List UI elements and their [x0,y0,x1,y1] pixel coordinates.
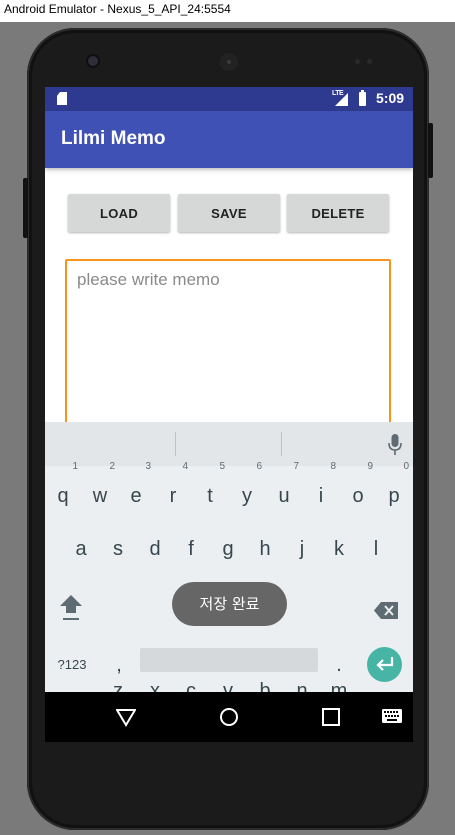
delete-button[interactable]: DELETE [287,194,389,232]
device-screen: LTE 5:09 Lilmi Memo LOAD SAVE DELETE ple… [45,87,413,742]
key-o[interactable]: o9 [340,462,376,518]
key-hint: 1 [72,461,78,472]
key-hint: 0 [403,461,409,472]
status-bar: LTE 5:09 [45,87,413,111]
key-label: a [75,538,87,560]
sd-card-icon [57,92,67,105]
back-icon[interactable] [116,707,136,727]
app-bar: Lilmi Memo [45,111,413,168]
key-s[interactable]: s [100,527,136,571]
suggestion-divider [281,432,282,456]
key-hint: 3 [145,461,151,472]
key-label: f [188,538,194,560]
key-t[interactable]: t5 [192,462,228,518]
key-j[interactable]: j [284,527,320,571]
key-hint: 4 [182,461,188,472]
space-bar[interactable] [140,648,318,672]
key-label: d [149,538,161,560]
key-g[interactable]: g [210,527,246,571]
app-title: Lilmi Memo [61,128,166,149]
key-label: g [222,538,234,560]
key-r[interactable]: r4 [155,462,191,518]
key-a[interactable]: a [63,527,99,571]
symbols-key[interactable]: ?123 [51,643,93,687]
key-hint: 8 [330,461,336,472]
key-label: o [352,485,364,507]
earpiece-speaker [220,53,238,71]
keyboard-switch-icon[interactable] [382,709,402,723]
load-button[interactable]: LOAD [68,194,170,232]
key-p[interactable]: p0 [376,462,412,518]
key-label: q [57,485,69,507]
suggestion-strip [45,422,413,466]
key-label: p [388,485,400,507]
emulator-title-bar: Android Emulator - Nexus_5_API_24:5554 [0,0,455,22]
key-label: t [207,485,213,507]
power-button[interactable] [428,123,433,178]
recents-icon[interactable] [322,708,340,726]
period-key[interactable]: . [327,643,351,687]
key-y[interactable]: y6 [229,462,265,518]
key-hint: 2 [109,461,115,472]
key-hint: 5 [219,461,225,472]
suggestion-divider [175,432,176,456]
key-label: l [373,538,379,560]
key-hint: 7 [293,461,299,472]
memo-placeholder: please write memo [77,270,220,289]
soft-keyboard: q1 w2 e3 r4 t5 y6 u7 i8 o9 p0 a s d f g … [45,422,413,702]
enter-key[interactable] [367,647,402,682]
key-e[interactable]: e3 [118,462,154,518]
toast-message: 저장 완료 [172,582,287,626]
key-f[interactable]: f [173,527,209,571]
light-sensor [367,59,372,64]
key-label: j [299,538,305,560]
enter-icon [376,657,394,671]
status-time: 5:09 [376,90,405,106]
key-label: u [278,485,290,507]
save-button[interactable]: SAVE [178,194,280,232]
key-label: e [130,485,142,507]
key-l[interactable]: l [358,527,394,571]
volume-button[interactable] [23,178,28,238]
key-label: w [92,485,108,507]
home-icon[interactable] [219,707,239,727]
key-q[interactable]: q1 [45,462,81,518]
comma-key[interactable]: , [105,643,133,687]
backspace-icon[interactable] [374,602,398,619]
key-label: i [318,485,324,507]
key-label: h [259,538,271,560]
navigation-bar [45,692,413,742]
key-i[interactable]: i8 [303,462,339,518]
key-k[interactable]: k [321,527,357,571]
shift-icon[interactable] [59,593,83,623]
front-camera [88,56,98,66]
key-label: r [169,485,177,507]
key-hint: 9 [367,461,373,472]
battery-icon [359,90,366,106]
key-u[interactable]: u7 [266,462,302,518]
mic-icon[interactable] [388,434,402,456]
key-label: s [113,538,123,560]
key-hint: 6 [256,461,262,472]
key-h[interactable]: h [247,527,283,571]
key-label: k [334,538,344,560]
network-type: LTE [332,90,344,97]
key-w[interactable]: w2 [82,462,118,518]
key-label: y [242,485,252,507]
emulator-title: Android Emulator - Nexus_5_API_24:5554 [4,2,231,16]
key-d[interactable]: d [137,527,173,571]
proximity-sensor [355,59,360,64]
